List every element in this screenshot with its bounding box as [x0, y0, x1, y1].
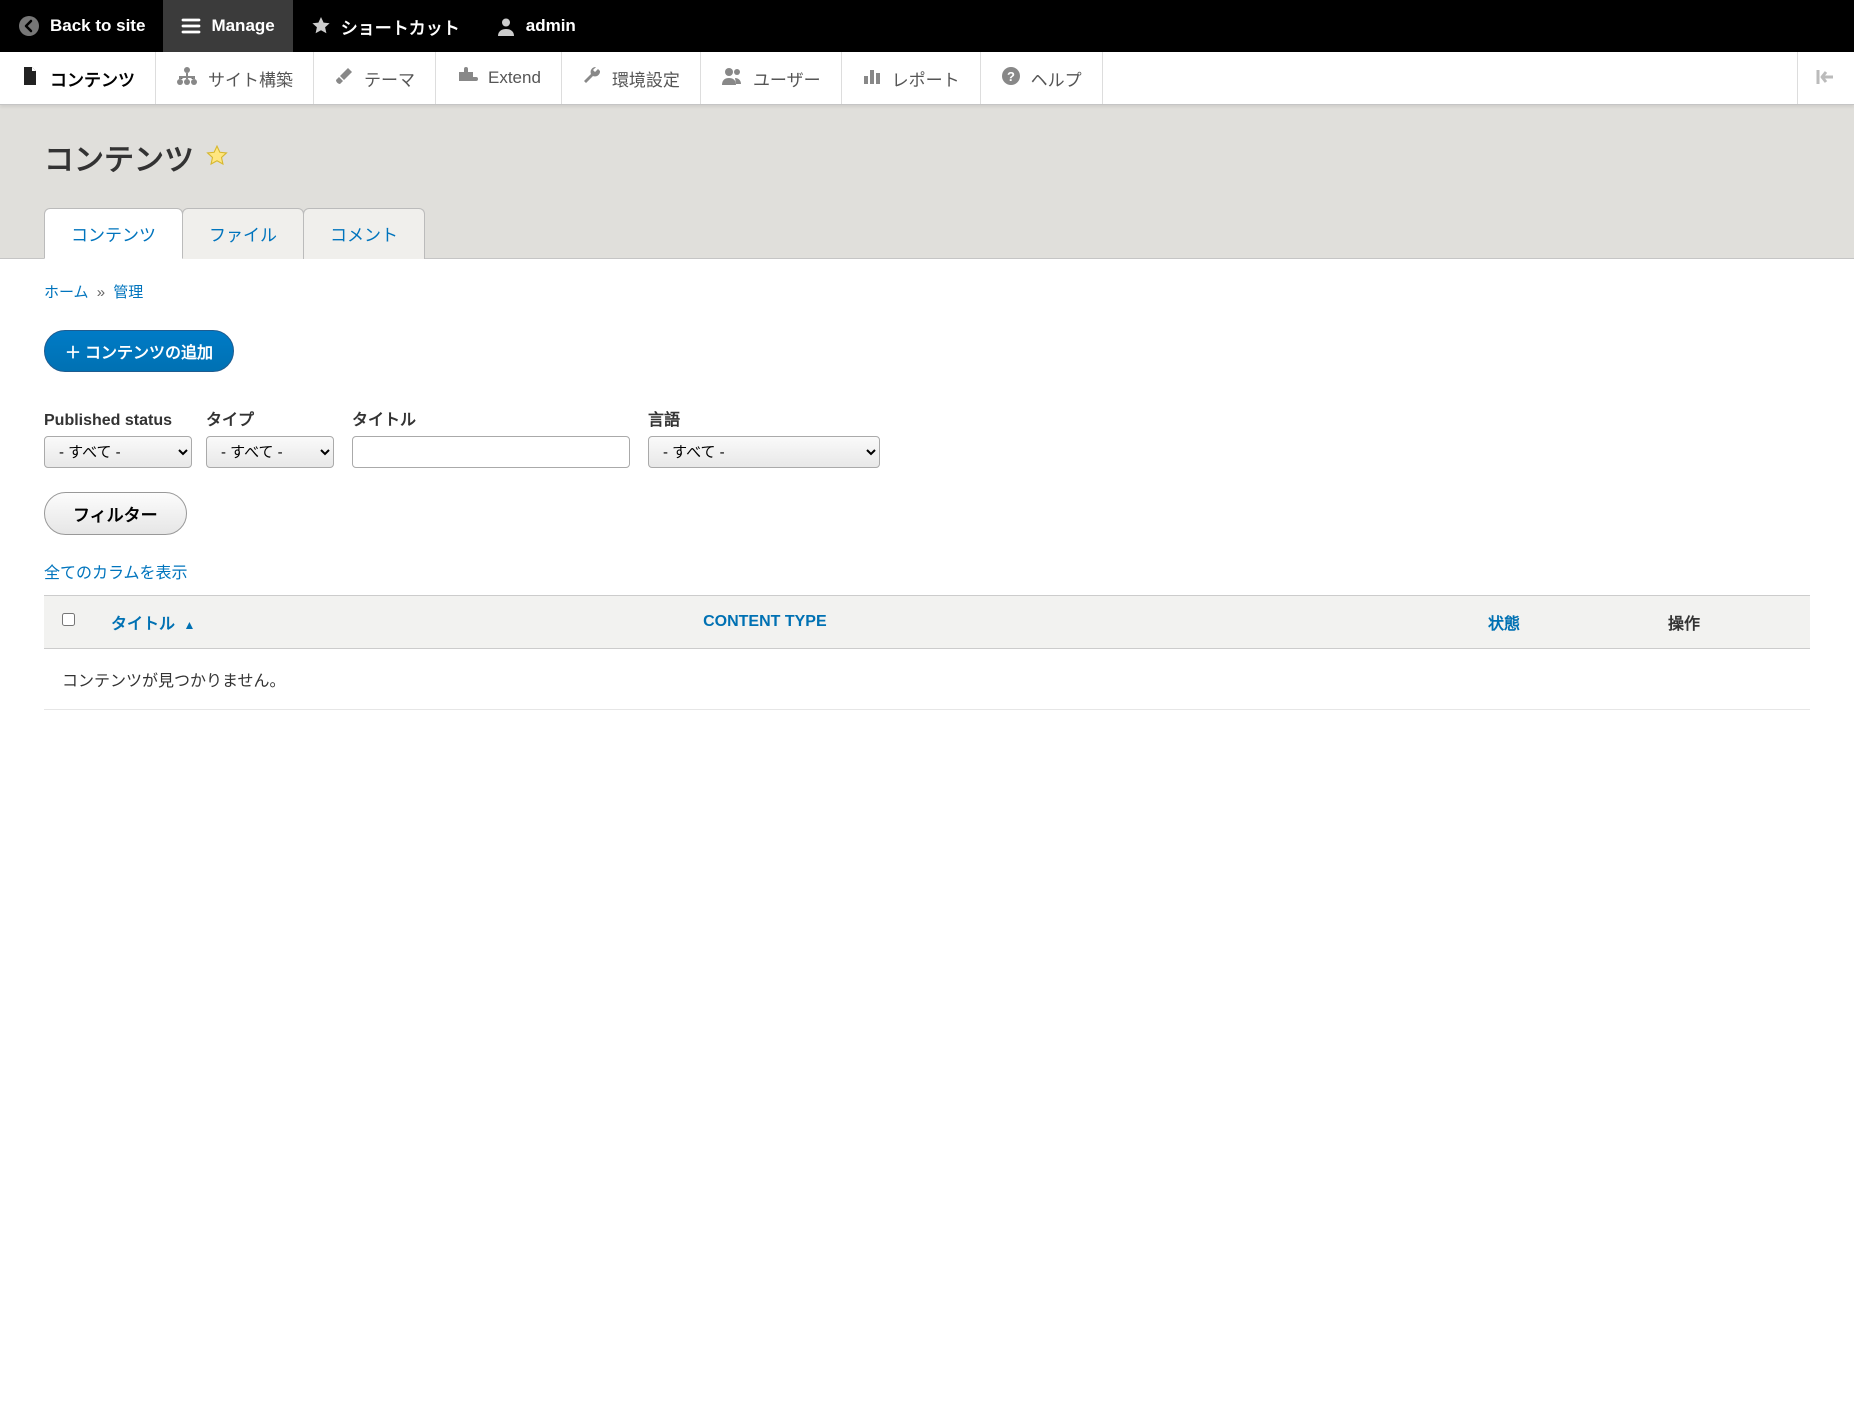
filter-language-select[interactable]: - すべて -	[648, 436, 880, 468]
breadcrumb-home-link[interactable]: ホーム	[44, 284, 89, 301]
people-icon	[721, 66, 743, 91]
tab-content[interactable]: コンテンツ	[44, 208, 183, 259]
admin-menu-reports[interactable]: レポート	[842, 52, 981, 104]
breadcrumb: ホーム » 管理	[44, 281, 1810, 302]
filter-published-label: Published status	[44, 412, 192, 430]
column-content-type[interactable]: CONTENT TYPE	[685, 596, 1470, 649]
plus-icon: ＋	[65, 339, 81, 363]
content-table: タイトル ▲ CONTENT TYPE 状態 操作 コンテンツが見つかりません。	[44, 595, 1810, 710]
filter-title-input[interactable]	[352, 436, 630, 468]
column-operations: 操作	[1650, 596, 1810, 649]
admin-menu-appearance[interactable]: テーマ	[314, 52, 436, 104]
column-operations-label: 操作	[1668, 616, 1700, 633]
tab-comments[interactable]: コメント	[303, 208, 425, 259]
primary-tabs: コンテンツ ファイル コメント	[44, 207, 1810, 258]
filter-form: Published status - すべて - タイプ - すべて - タイト…	[44, 406, 1810, 468]
admin-menu: コンテンツ サイト構築 テーマ Extend 環境設定 ユーザー レポート	[0, 52, 1854, 105]
admin-menu-label: Extend	[488, 68, 541, 88]
svg-text:?: ?	[1007, 69, 1015, 84]
page-header-region: コンテンツ コンテンツ ファイル コメント	[0, 105, 1854, 259]
filter-type-select[interactable]: - すべて -	[206, 436, 334, 468]
add-content-label: コンテンツの追加	[85, 339, 213, 363]
table-empty-row: コンテンツが見つかりません。	[44, 649, 1810, 710]
add-content-button[interactable]: ＋コンテンツの追加	[44, 330, 234, 372]
admin-menu-label: ユーザー	[753, 66, 821, 91]
hamburger-icon	[181, 16, 201, 36]
top-toolbar: Back to site Manage ショートカット admin	[0, 0, 1854, 52]
sort-arrow-icon: ▲	[183, 618, 195, 632]
puzzle-icon	[456, 66, 478, 91]
structure-icon	[176, 66, 198, 91]
tab-files[interactable]: ファイル	[182, 208, 304, 259]
column-content-type-label: CONTENT TYPE	[703, 613, 827, 630]
help-icon: ?	[1001, 66, 1021, 91]
chart-icon	[862, 66, 882, 91]
admin-menu-label: 環境設定	[612, 66, 680, 91]
chevron-left-circle-icon	[18, 15, 40, 37]
file-icon	[20, 66, 40, 91]
back-to-site-button[interactable]: Back to site	[0, 0, 163, 52]
column-status[interactable]: 状態	[1470, 596, 1650, 649]
filter-submit-button[interactable]: フィルター	[44, 492, 187, 535]
admin-menu-content[interactable]: コンテンツ	[0, 52, 156, 104]
page-title: コンテンツ	[44, 135, 194, 179]
collapse-left-icon	[1815, 68, 1837, 89]
user-menu-button[interactable]: admin	[478, 0, 594, 52]
star-icon	[311, 16, 331, 36]
favorite-star-icon[interactable]	[206, 145, 228, 170]
breadcrumb-separator: »	[97, 284, 105, 301]
shortcuts-label: ショートカット	[341, 14, 460, 39]
admin-menu-help[interactable]: ? ヘルプ	[981, 52, 1103, 104]
admin-menu-label: レポート	[892, 66, 960, 91]
tab-label: ファイル	[209, 226, 277, 245]
admin-menu-structure[interactable]: サイト構築	[156, 52, 314, 104]
select-all-checkbox[interactable]	[62, 613, 75, 626]
user-icon	[496, 16, 516, 36]
admin-menu-label: ヘルプ	[1031, 66, 1082, 91]
table-empty-message: コンテンツが見つかりません。	[44, 649, 1810, 710]
column-title-label: タイトル	[111, 616, 175, 633]
shortcuts-button[interactable]: ショートカット	[293, 0, 478, 52]
admin-menu-config[interactable]: 環境設定	[562, 52, 701, 104]
wrench-icon	[582, 66, 602, 91]
breadcrumb-admin-link[interactable]: 管理	[113, 284, 143, 301]
brush-icon	[334, 66, 354, 91]
filter-type-label: タイプ	[206, 406, 334, 430]
manage-button[interactable]: Manage	[163, 0, 292, 52]
back-to-site-label: Back to site	[50, 16, 145, 36]
show-all-columns-link[interactable]: 全てのカラムを表示	[44, 559, 188, 583]
user-label: admin	[526, 16, 576, 36]
tab-label: コメント	[330, 226, 398, 245]
admin-menu-extend[interactable]: Extend	[436, 52, 562, 104]
tab-label: コンテンツ	[71, 226, 156, 245]
filter-title-label: タイトル	[352, 406, 630, 430]
main-content: ホーム » 管理 ＋コンテンツの追加 Published status - すべ…	[0, 259, 1854, 732]
column-title[interactable]: タイトル ▲	[93, 596, 685, 649]
admin-menu-label: サイト構築	[208, 66, 293, 91]
collapse-menu-button[interactable]	[1798, 52, 1854, 104]
manage-label: Manage	[211, 16, 274, 36]
admin-menu-people[interactable]: ユーザー	[701, 52, 842, 104]
admin-menu-label: コンテンツ	[50, 66, 135, 91]
filter-language-label: 言語	[648, 406, 880, 430]
filter-submit-label: フィルター	[73, 506, 158, 525]
filter-published-select[interactable]: - すべて -	[44, 436, 192, 468]
column-status-label: 状態	[1488, 616, 1520, 633]
admin-menu-label: テーマ	[364, 66, 415, 91]
admin-menu-spacer	[1103, 52, 1798, 104]
column-select-all	[44, 596, 93, 649]
